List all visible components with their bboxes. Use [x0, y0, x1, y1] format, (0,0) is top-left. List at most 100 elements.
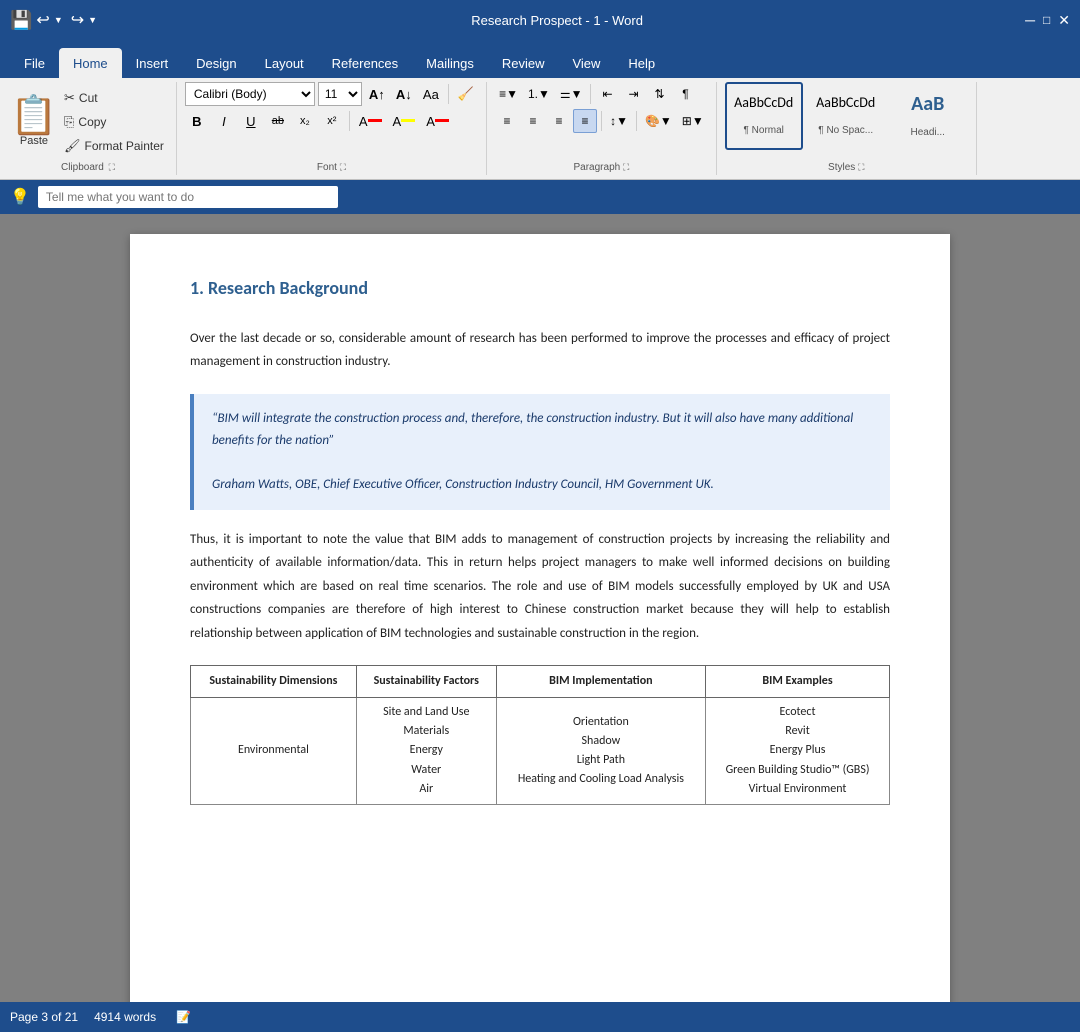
undo-dropdown[interactable]: ▼: [54, 15, 63, 25]
paragraph-group: ≡▼ 1.▼ ⚌▼ ⇤ ⇥ ⇅ ¶ ≡ ≡ ≡ ≡ ↕▼ 🎨▼ ⊞▼ Par: [487, 82, 717, 175]
underline-btn[interactable]: U: [239, 109, 263, 133]
format-painter-label: Format Painter: [85, 139, 164, 153]
table-header-dimensions: Sustainability Dimensions: [191, 665, 357, 697]
paste-label: Paste: [20, 135, 48, 147]
multilevel-btn[interactable]: ⚌▼: [556, 82, 587, 106]
show-marks-btn[interactable]: ¶: [673, 82, 697, 106]
tab-view[interactable]: View: [558, 48, 614, 78]
table-cell-examples: Ecotect Revit Energy Plus Green Building…: [706, 698, 890, 805]
copy-label: Copy: [78, 115, 106, 129]
table-cell-factors: Site and Land Use Materials Energy Water…: [356, 698, 496, 805]
line-spacing-btn[interactable]: ↕▼: [606, 109, 632, 133]
text-color-btn[interactable]: A: [355, 109, 386, 133]
search-bar: 💡: [0, 180, 1080, 214]
decrease-font-btn[interactable]: A↓: [392, 82, 416, 106]
borders-btn[interactable]: ⊞▼: [678, 109, 708, 133]
tab-design[interactable]: Design: [182, 48, 250, 78]
paste-button[interactable]: 📋 Paste: [8, 86, 60, 158]
tab-references[interactable]: References: [318, 48, 412, 78]
search-bulb-icon: 💡: [10, 187, 30, 207]
heading-label: Headi...: [910, 127, 944, 138]
font-family-select[interactable]: Calibri (Body): [185, 82, 315, 106]
strikethrough-btn[interactable]: ab: [266, 109, 290, 133]
sep4: [601, 111, 602, 131]
paragraph-toolbar: ≡▼ 1.▼ ⚌▼ ⇤ ⇥ ⇅ ¶ ≡ ≡ ≡ ≡ ↕▼ 🎨▼ ⊞▼: [495, 82, 708, 149]
save-icon[interactable]: 💾: [10, 10, 32, 31]
numbering-btn[interactable]: 1.▼: [524, 82, 554, 106]
change-case-btn[interactable]: Aa: [419, 82, 443, 106]
copy-icon: ⎘: [64, 114, 74, 130]
bold-btn[interactable]: B: [185, 109, 209, 133]
tell-me-input[interactable]: [38, 186, 338, 208]
normal-label: ¶ Normal: [744, 125, 784, 136]
italic-btn[interactable]: I: [212, 109, 236, 133]
style-no-spacing[interactable]: AaBbCcDd ¶ No Spac...: [807, 82, 885, 150]
justify-btn[interactable]: ≡: [573, 109, 597, 133]
font-toolbar: Calibri (Body) 11 A↑ A↓ Aa 🧹 B I U ab x₂…: [185, 82, 478, 149]
maximize-btn[interactable]: □: [1043, 13, 1050, 27]
minimize-btn[interactable]: ─: [1025, 12, 1035, 28]
tab-file[interactable]: File: [10, 48, 59, 78]
table-cell-implementation: Orientation Shadow Light Path Heating an…: [496, 698, 705, 805]
table-header-factors: Sustainability Factors: [356, 665, 496, 697]
sustainability-table: Sustainability Dimensions Sustainability…: [190, 665, 890, 805]
document-area: 1. Research Background Over the last dec…: [0, 214, 1080, 1002]
align-left-btn[interactable]: ≡: [495, 109, 519, 133]
no-spacing-label: ¶ No Spac...: [818, 125, 873, 136]
paragraph-2: Thus, it is important to note the value …: [190, 528, 890, 645]
copy-button[interactable]: ⎘ Copy: [60, 112, 168, 132]
highlight-btn[interactable]: A: [389, 109, 420, 133]
normal-preview: AaBbCcDd: [734, 96, 793, 110]
redo-icon[interactable]: ↪: [71, 10, 84, 30]
heading-preview: AaB: [911, 94, 944, 114]
bullets-btn[interactable]: ≡▼: [495, 82, 522, 106]
tab-help[interactable]: Help: [614, 48, 669, 78]
ribbon: 📋 Paste ✂ Cut ⎘ Copy 🖌 Format Painter Cl…: [0, 78, 1080, 180]
tab-layout[interactable]: Layout: [251, 48, 318, 78]
cut-label: Cut: [79, 91, 98, 105]
shading-btn[interactable]: 🎨▼: [641, 109, 676, 133]
tab-home[interactable]: Home: [59, 48, 122, 78]
styles-toolbar: AaBbCcDd ¶ Normal AaBbCcDd ¶ No Spac... …: [725, 82, 967, 166]
word-count: 4914 words: [94, 1010, 156, 1024]
sep1: [448, 84, 449, 104]
clear-formatting-btn[interactable]: 🧹: [454, 82, 478, 106]
blockquote: “BIM will integrate the construction pro…: [190, 394, 890, 510]
table-header-examples: BIM Examples: [706, 665, 890, 697]
status-bar: Page 3 of 21 4914 words 📝: [0, 1002, 1080, 1032]
table-cell-dimension: Environmental: [191, 698, 357, 805]
document-heading: 1. Research Background: [190, 274, 890, 303]
align-center-btn[interactable]: ≡: [521, 109, 545, 133]
table-row: Environmental Site and Land Use Material…: [191, 698, 890, 805]
track-changes-icon[interactable]: 📝: [176, 1010, 191, 1024]
format-painter-button[interactable]: 🖌 Format Painter: [60, 136, 168, 156]
close-btn[interactable]: ✕: [1058, 12, 1070, 29]
increase-indent-btn[interactable]: ⇥: [621, 82, 645, 106]
font-size-select[interactable]: 11: [318, 82, 362, 106]
para-row2: ≡ ≡ ≡ ≡ ↕▼ 🎨▼ ⊞▼: [495, 109, 708, 133]
title-bar: 💾 ↩ ▼ ↪ ▼ Research Prospect - 1 - Word ─…: [0, 0, 1080, 40]
customize-icon[interactable]: ▼: [88, 15, 97, 25]
superscript-btn[interactable]: x²: [320, 109, 344, 133]
font-group: Calibri (Body) 11 A↑ A↓ Aa 🧹 B I U ab x₂…: [177, 82, 487, 175]
sort-btn[interactable]: ⇅: [647, 82, 671, 106]
decrease-indent-btn[interactable]: ⇤: [595, 82, 619, 106]
tab-insert[interactable]: Insert: [122, 48, 183, 78]
increase-font-btn[interactable]: A↑: [365, 82, 389, 106]
paragraph-1: Over the last decade or so, considerable…: [190, 327, 890, 374]
ribbon-tabs: File Home Insert Design Layout Reference…: [0, 40, 1080, 78]
blockquote-author: Graham Watts, OBE, Chief Executive Offic…: [212, 474, 872, 496]
blockquote-text: “BIM will integrate the construction pro…: [212, 408, 872, 452]
align-right-btn[interactable]: ≡: [547, 109, 571, 133]
font-color-btn[interactable]: A: [422, 109, 453, 133]
style-heading[interactable]: AaB Headi...: [889, 82, 967, 150]
tab-review[interactable]: Review: [488, 48, 559, 78]
subscript-btn[interactable]: x₂: [293, 109, 317, 133]
sep3: [590, 84, 591, 104]
clipboard-group: 📋 Paste ✂ Cut ⎘ Copy 🖌 Format Painter Cl…: [0, 82, 177, 175]
style-normal[interactable]: AaBbCcDd ¶ Normal: [725, 82, 803, 150]
paste-icon: 📋: [10, 97, 57, 135]
tab-mailings[interactable]: Mailings: [412, 48, 488, 78]
cut-button[interactable]: ✂ Cut: [60, 88, 168, 108]
undo-icon[interactable]: ↩: [36, 10, 49, 30]
